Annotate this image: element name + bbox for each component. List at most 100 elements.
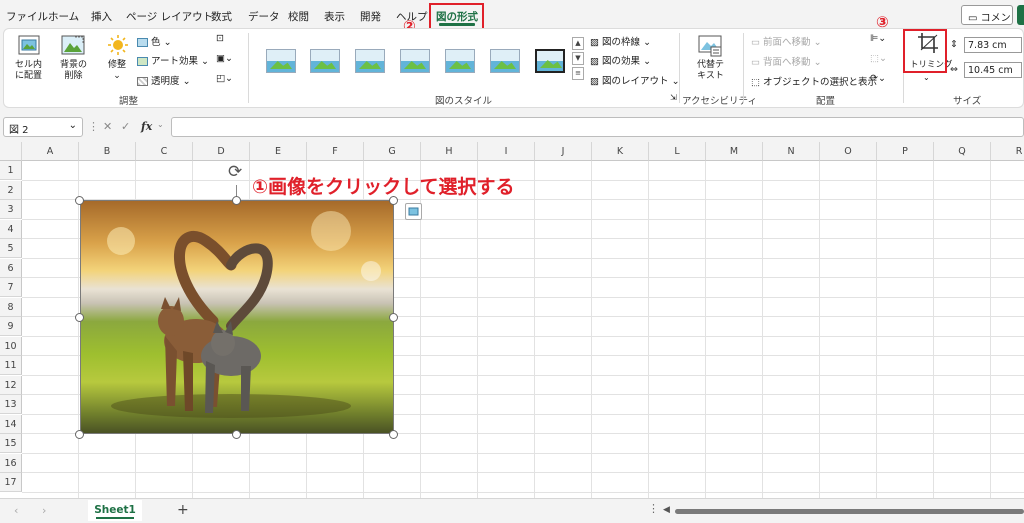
row-header-16[interactable]: 16 xyxy=(0,453,22,473)
tab-insert[interactable]: 挿入 xyxy=(91,9,112,24)
resize-handle-left[interactable] xyxy=(75,313,84,322)
add-sheet-icon[interactable]: + xyxy=(177,502,189,518)
cancel-icon[interactable]: ✕ xyxy=(103,120,112,133)
alt-text-button[interactable]: 代替テ キスト xyxy=(697,60,724,82)
row-header-4[interactable]: 4 xyxy=(0,219,22,239)
cat-picture[interactable] xyxy=(80,200,394,434)
column-header-g[interactable]: G xyxy=(364,142,421,161)
name-box[interactable]: 図 2 ⌄ xyxy=(3,117,83,137)
more-options-icon[interactable]: ⋮ xyxy=(648,502,659,515)
remove-background-button[interactable]: 背景の 削除 xyxy=(60,60,87,82)
row-header-14[interactable]: 14 xyxy=(0,414,22,434)
tab-data[interactable]: データ xyxy=(248,9,280,24)
align-button[interactable]: ⊫⌄ xyxy=(870,33,886,44)
prev-sheet-icon[interactable]: ‹ xyxy=(14,504,18,517)
column-header-l[interactable]: L xyxy=(649,142,706,161)
picture-style-thumb-7[interactable] xyxy=(535,49,565,73)
resize-handle-bottom-right[interactable] xyxy=(389,430,398,439)
cell-fit-button[interactable]: セル内 に配置 xyxy=(15,60,42,82)
gallery-more[interactable]: ≡ xyxy=(572,67,584,80)
column-header-f[interactable]: F xyxy=(307,142,364,161)
alt-text-icon[interactable] xyxy=(698,35,722,60)
horizontal-scrollbar[interactable] xyxy=(675,509,1024,514)
comment-button[interactable]: ▭ コメント xyxy=(961,5,1013,39)
gallery-scroll-down[interactable]: ▼ xyxy=(572,52,584,65)
layout-options-button[interactable] xyxy=(405,203,422,220)
tab-review[interactable]: 校閲 xyxy=(288,9,309,24)
column-header-o[interactable]: O xyxy=(820,142,877,161)
tab-home[interactable]: ホーム xyxy=(48,9,79,24)
transparency-button[interactable]: 透明度 ⌄ xyxy=(137,73,191,87)
column-header-h[interactable]: H xyxy=(421,142,478,161)
column-header-i[interactable]: I xyxy=(478,142,535,161)
cell-fit-icon[interactable] xyxy=(18,35,40,58)
row-header-12[interactable]: 12 xyxy=(0,375,22,395)
row-header-5[interactable]: 5 xyxy=(0,239,22,258)
picture-style-thumb-6[interactable] xyxy=(490,49,520,73)
width-input[interactable]: 10.45 cm xyxy=(964,62,1022,78)
row-header-10[interactable]: 10 xyxy=(0,336,22,356)
compress-pictures-button[interactable]: ⊡ xyxy=(216,33,224,44)
group-button[interactable]: ⬚⌄ xyxy=(870,53,887,64)
tab-page-layout[interactable]: ページ レイアウト xyxy=(126,9,213,24)
color-button[interactable]: 色 ⌄ xyxy=(137,34,172,48)
tab-view[interactable]: 表示 xyxy=(324,9,345,24)
picture-style-thumb-1[interactable] xyxy=(266,49,296,73)
resize-handle-right[interactable] xyxy=(389,313,398,322)
row-header-2[interactable]: 2 xyxy=(0,180,22,200)
column-header-r[interactable]: R xyxy=(991,142,1024,161)
row-header-11[interactable]: 11 xyxy=(0,356,22,375)
send-backward-button[interactable]: ▭ 背面へ移動 ⌄ xyxy=(751,54,822,68)
gallery-scroll-up[interactable]: ▲ xyxy=(572,37,584,50)
picture-style-thumb-4[interactable] xyxy=(400,49,430,73)
share-button[interactable] xyxy=(1017,5,1024,25)
column-header-n[interactable]: N xyxy=(763,142,820,161)
bring-forward-button[interactable]: ▭ 前面へ移動 ⌄ xyxy=(751,34,822,48)
selection-pane-button[interactable]: ⬚ オブジェクトの選択と表示 xyxy=(751,74,877,88)
resize-handle-bottom[interactable] xyxy=(232,430,241,439)
corrections-button[interactable]: 修整 ⌄ xyxy=(108,60,126,82)
row-header-1[interactable]: 1 xyxy=(0,161,22,180)
row-header-8[interactable]: 8 xyxy=(0,297,22,317)
resize-handle-bottom-left[interactable] xyxy=(75,430,84,439)
column-header-e[interactable]: E xyxy=(250,142,307,161)
row-header-13[interactable]: 13 xyxy=(0,395,22,414)
tab-formulas[interactable]: 数式 xyxy=(211,9,232,24)
column-header-q[interactable]: Q xyxy=(934,142,991,161)
chevron-down-icon[interactable]: ⌄ xyxy=(923,73,930,82)
reset-picture-button[interactable]: ◰⌄ xyxy=(216,73,233,84)
picture-style-thumb-2[interactable] xyxy=(310,49,340,73)
row-header-3[interactable]: 3 xyxy=(0,200,22,219)
resize-handle-top[interactable] xyxy=(232,196,241,205)
picture-style-thumb-5[interactable] xyxy=(445,49,475,73)
column-header-k[interactable]: K xyxy=(592,142,649,161)
row-header-6[interactable]: 6 xyxy=(0,258,22,278)
change-picture-button[interactable]: ▣⌄ xyxy=(216,53,233,64)
row-header-15[interactable]: 15 xyxy=(0,434,22,453)
sheet-tab-sheet1[interactable]: Sheet1 xyxy=(88,500,142,521)
picture-style-thumb-3[interactable] xyxy=(355,49,385,73)
column-header-c[interactable]: C xyxy=(136,142,193,161)
artistic-effects-button[interactable]: アート効果 ⌄ xyxy=(137,53,209,67)
next-sheet-icon[interactable]: › xyxy=(42,504,46,517)
column-header-m[interactable]: M xyxy=(706,142,763,161)
height-input[interactable]: 7.83 cm xyxy=(964,37,1022,53)
insert-function-button[interactable]: fx xyxy=(141,120,152,133)
tab-file[interactable]: ファイル xyxy=(6,9,48,24)
column-header-p[interactable]: P xyxy=(877,142,934,161)
remove-background-icon[interactable] xyxy=(61,35,85,58)
more-options-icon[interactable]: ⋮ xyxy=(88,120,99,133)
confirm-icon[interactable]: ✓ xyxy=(121,120,130,133)
row-header-17[interactable]: 17 xyxy=(0,473,22,492)
column-header-j[interactable]: J xyxy=(535,142,592,161)
scroll-left-icon[interactable]: ◀ xyxy=(663,505,670,515)
picture-border-button[interactable]: ▨ 図の枠線 ⌄ xyxy=(590,34,651,48)
row-header-7[interactable]: 7 xyxy=(0,278,22,297)
resize-handle-top-left[interactable] xyxy=(75,196,84,205)
rotate-button[interactable]: ⟳⌄ xyxy=(870,73,886,84)
row-header-9[interactable]: 9 xyxy=(0,317,22,336)
select-all-corner[interactable] xyxy=(0,142,22,161)
column-header-a[interactable]: A xyxy=(22,142,79,161)
column-header-d[interactable]: D xyxy=(193,142,250,161)
worksheet-grid[interactable]: ABCDEFGHIJKLMNOPQR 1 2 3 4 5 6 7 8 9 10 11 12 13 14 15… xyxy=(0,142,1024,498)
